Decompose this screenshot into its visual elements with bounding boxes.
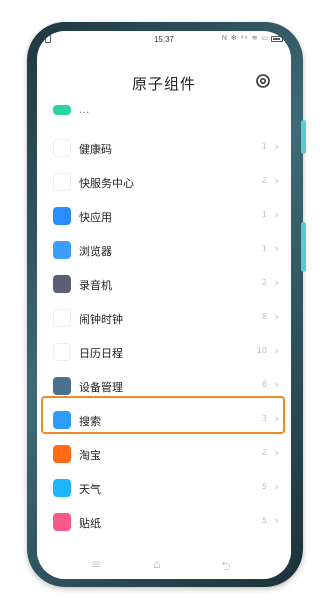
list-item-label: 快服务中心 xyxy=(79,177,134,190)
partial-item-label: ... xyxy=(79,103,90,116)
list-item[interactable]: 贴纸 5 › xyxy=(37,505,291,539)
chevron-right-icon: › xyxy=(274,446,279,459)
list-item[interactable]: 健康码 1 › xyxy=(37,131,291,165)
list-item-count: 5 xyxy=(261,482,267,491)
device-manager-icon xyxy=(53,377,71,395)
stage: 15:37 N ✻ ⁴⁶ ≋ ▭ 原子组件 ... 健康码 1 › 快服务中心 2 › 快应… xyxy=(0,0,328,600)
chevron-right-icon: › xyxy=(274,140,279,153)
list-item-count: 10 xyxy=(256,346,267,355)
list-item[interactable]: 快应用 1 › xyxy=(37,199,291,233)
list-item[interactable]: 天气 5 › xyxy=(37,471,291,505)
gear-icon[interactable] xyxy=(255,73,271,89)
list-item-label: 闹钟时钟 xyxy=(79,313,123,326)
browser-icon xyxy=(53,241,71,259)
clock-icon xyxy=(53,309,71,327)
list-item-count: 1 xyxy=(261,244,267,253)
recorder-icon xyxy=(53,275,71,293)
health-code-icon xyxy=(53,139,71,157)
battery-icon xyxy=(271,36,283,42)
weather-icon xyxy=(53,479,71,497)
calendar-icon xyxy=(53,343,71,361)
chevron-right-icon: › xyxy=(274,480,279,493)
list-item-label: 贴纸 xyxy=(79,517,101,530)
chevron-right-icon: › xyxy=(274,378,279,391)
list-item-count: 2 xyxy=(261,176,267,185)
list-item[interactable]: 录音机 2 › xyxy=(37,267,291,301)
list-item-count: 1 xyxy=(261,210,267,219)
chevron-right-icon: › xyxy=(274,174,279,187)
chevron-right-icon: › xyxy=(274,208,279,221)
list-item-count: 8 xyxy=(261,312,267,321)
home-icon[interactable]: ⌂ xyxy=(153,557,161,571)
chevron-right-icon: › xyxy=(274,242,279,255)
chevron-right-icon: › xyxy=(274,514,279,527)
list-item[interactable]: 快服务中心 2 › xyxy=(37,165,291,199)
list-item-label: 设备管理 xyxy=(79,381,123,394)
list-item[interactable]: 浏览器 1 › xyxy=(37,233,291,267)
menu-icon[interactable]: ≡ xyxy=(91,557,101,571)
status-indicators: N ✻ ⁴⁶ ≋ ▭ xyxy=(221,35,269,42)
list-item-label: 日历日程 xyxy=(79,347,123,360)
power-button xyxy=(301,222,306,272)
volume-button xyxy=(301,120,306,154)
list-item[interactable]: 淘宝 2 › xyxy=(37,437,291,471)
status-bar: 15:37 N ✻ ⁴⁶ ≋ ▭ xyxy=(37,31,291,49)
phone-screen: 15:37 N ✻ ⁴⁶ ≋ ▭ 原子组件 ... 健康码 1 › 快服务中心 2 › 快应… xyxy=(37,31,291,579)
sticker-icon xyxy=(53,513,71,531)
list-item-label: 浏览器 xyxy=(79,245,112,258)
page-title: 原子组件 xyxy=(131,75,196,93)
list-item-count: 6 xyxy=(261,380,267,389)
navigation-bar: ≡ ⌂ ⮌ xyxy=(37,549,291,579)
list-item-count: 2 xyxy=(261,448,267,457)
quick-service-icon xyxy=(53,173,71,191)
list-item-label: 淘宝 xyxy=(79,449,101,462)
list-item-label: 健康码 xyxy=(79,143,112,156)
list-item-label: 录音机 xyxy=(79,279,112,292)
list-item-partial[interactable]: ... xyxy=(37,101,291,119)
chevron-right-icon: › xyxy=(274,344,279,357)
list-item-label: 天气 xyxy=(79,483,101,496)
partial-item-icon xyxy=(53,105,71,115)
chevron-right-icon: › xyxy=(274,276,279,289)
quick-app-icon xyxy=(53,207,71,225)
list-item-count: 1 xyxy=(261,142,267,151)
list-item[interactable]: 日历日程 10 › xyxy=(37,335,291,369)
taobao-icon xyxy=(53,445,71,463)
back-icon[interactable]: ⮌ xyxy=(221,557,231,578)
selection-highlight xyxy=(41,396,285,434)
list-item[interactable]: 闹钟时钟 8 › xyxy=(37,301,291,335)
list-item-count: 2 xyxy=(261,278,267,287)
list-item-count: 5 xyxy=(261,516,267,525)
chevron-right-icon: › xyxy=(274,310,279,323)
list-item-label: 快应用 xyxy=(79,211,112,224)
